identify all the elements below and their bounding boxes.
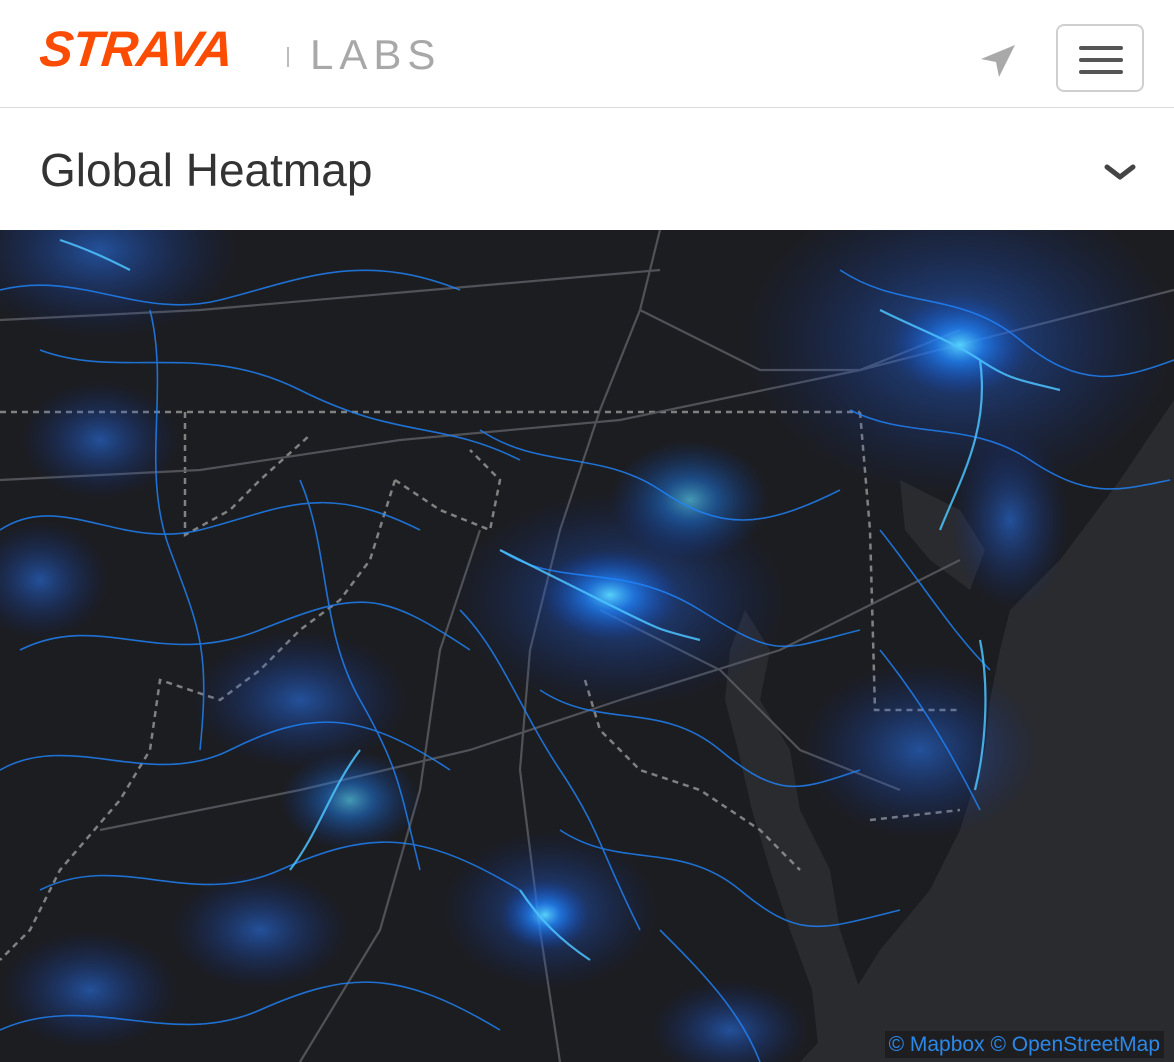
menu-toggle-button[interactable] [1056, 24, 1144, 92]
chevron-down-icon [1104, 164, 1136, 180]
map-attribution: © Mapbox © OpenStreetMap [884, 1030, 1164, 1058]
top-navbar: STRAVA LABS [0, 0, 1174, 108]
heatmap-map[interactable]: © Mapbox © OpenStreetMap [0, 230, 1174, 1062]
openstreetmap-attribution-link[interactable]: © OpenStreetMap [990, 1033, 1160, 1056]
heatmap-canvas[interactable] [0, 230, 1174, 1062]
strava-logo[interactable]: STRAVA [37, 21, 236, 77]
logo-divider [287, 47, 289, 67]
location-arrow-icon [981, 45, 1015, 77]
locate-me-button[interactable] [974, 38, 1020, 84]
hamburger-menu-icon-bar [1079, 58, 1123, 62]
options-toggle[interactable] [1100, 153, 1140, 193]
page-header: Global Heatmap [0, 109, 1174, 230]
page-title: Global Heatmap [40, 144, 373, 196]
brand-wordmark: STRAVA [37, 21, 236, 77]
mapbox-attribution-link[interactable]: © Mapbox [889, 1033, 985, 1056]
hamburger-menu-icon [1079, 46, 1123, 50]
labs-label: LABS [310, 31, 442, 78]
hamburger-menu-icon-bar [1079, 70, 1123, 74]
